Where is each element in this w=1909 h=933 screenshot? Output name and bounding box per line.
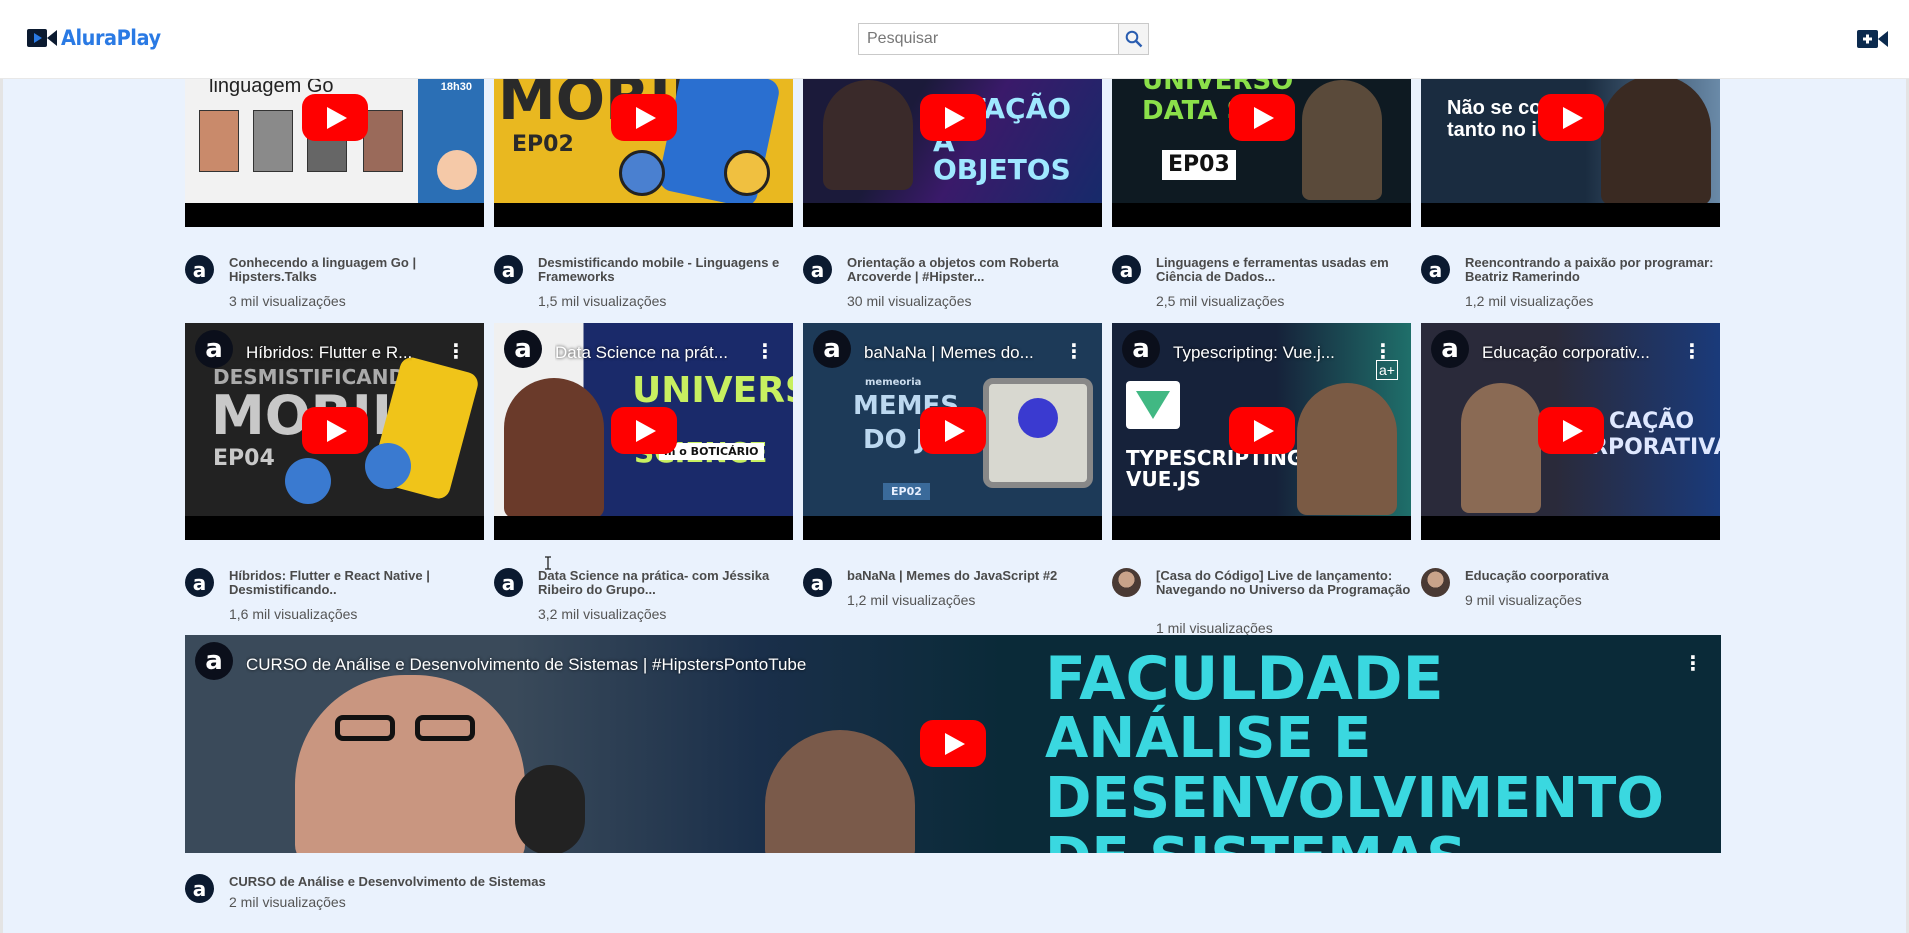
video-title[interactable]: Educação coorporativa [1465, 569, 1720, 583]
channel-avatar[interactable] [1112, 568, 1141, 597]
more-options-icon[interactable]: ⋮ [1682, 342, 1702, 362]
search-input[interactable] [858, 23, 1118, 55]
logo-text: AluraPlay [61, 26, 161, 50]
wide-line1: FACULDADE [1045, 644, 1444, 714]
view-count: 1 mil visualizações [1156, 620, 1273, 636]
video-title[interactable]: CURSO de Análise e Desenvolvimento de Si… [229, 875, 1029, 889]
more-options-icon[interactable]: ⋮ [446, 342, 466, 362]
video-grid: linguagem Go 18h30 a Conhecendo a lingua… [0, 0, 1909, 933]
play-button[interactable] [1537, 94, 1604, 141]
play-button[interactable] [919, 94, 986, 141]
thumb-subcaption: VUE.JS [1126, 467, 1201, 491]
thumb-subcaption: EP04 [213, 446, 275, 471]
thumb-subcaption: tanto no i [1447, 119, 1537, 141]
thumb-subcaption: EP02 [512, 132, 574, 157]
channel-avatar[interactable] [1421, 568, 1450, 597]
view-count: 2 mil visualizações [229, 894, 346, 910]
more-options-icon[interactable]: ⋮ [1373, 342, 1393, 362]
play-button[interactable] [301, 94, 368, 141]
video-camera-logo-icon [27, 29, 57, 47]
channel-logo-icon[interactable]: a [1122, 330, 1160, 368]
overlay-title[interactable]: Educação corporativ... [1482, 343, 1650, 363]
thumb-caption: Não se co [1447, 97, 1542, 119]
channel-avatar[interactable]: a [803, 568, 832, 597]
view-count: 1,2 mil visualizações [1465, 293, 1594, 309]
more-options-icon[interactable]: ⋮ [755, 342, 775, 362]
view-count: 30 mil visualizações [847, 293, 972, 309]
view-count: 3,2 mil visualizações [538, 606, 667, 622]
overlay-title[interactable]: Typescripting: Vue.j... [1173, 343, 1335, 363]
play-button[interactable] [920, 720, 986, 767]
overlay-title[interactable]: CURSO de Análise e Desenvolvimento de Si… [246, 655, 806, 675]
wide-line4: DE SISTEMAS [1045, 831, 1467, 854]
channel-avatar[interactable]: a [185, 568, 214, 597]
play-button[interactable] [1537, 407, 1604, 454]
add-video-icon [1857, 30, 1888, 48]
view-count: 2,5 mil visualizações [1156, 293, 1285, 309]
video-title[interactable]: Orientação a objetos com Roberta Arcover… [847, 256, 1102, 284]
play-button[interactable] [1228, 94, 1295, 141]
aluraplay-logo[interactable]: AluraPlay [27, 26, 169, 50]
play-button[interactable] [610, 407, 677, 454]
time-badge: 18h30 [436, 80, 476, 95]
channel-logo-icon[interactable]: a [195, 330, 233, 368]
add-video-button[interactable] [1857, 28, 1888, 55]
channel-avatar[interactable]: a [185, 255, 214, 284]
channel-logo-icon[interactable]: a [504, 330, 542, 368]
view-count: 1,2 mil visualizações [847, 592, 976, 608]
channel-logo-icon[interactable]: a [195, 642, 233, 680]
video-title[interactable]: Data Science na prática- com Jéssika Rib… [538, 569, 793, 597]
featured-video-thumbnail[interactable]: FACULDADE ANÁLISE E DESENVOLVIMENTO DE S… [185, 635, 1721, 853]
view-count: 3 mil visualizações [229, 293, 346, 309]
play-button[interactable] [919, 407, 986, 454]
more-options-icon[interactable]: ⋮ [1683, 654, 1703, 674]
thumb-subcaption: RPORATIVA [1591, 435, 1720, 460]
search-icon [1125, 30, 1142, 48]
video-thumbnail[interactable]: TYPESCRIPTING: VUE.JS a+ a Typescripting… [1112, 323, 1411, 540]
play-button[interactable] [1228, 407, 1295, 454]
video-thumbnail[interactable]: UNIVERSO A SCIENCE m o BOTICÁRIO a Data … [494, 323, 793, 540]
video-title[interactable]: [Casa do Código] Live de lançamento: Nav… [1156, 569, 1411, 597]
overlay-title[interactable]: baNaNa | Memes do... [864, 343, 1034, 363]
channel-avatar[interactable]: a [185, 874, 214, 903]
channel-avatar[interactable]: a [494, 255, 523, 284]
more-options-icon[interactable]: ⋮ [1064, 342, 1084, 362]
search-bar [858, 23, 1149, 55]
thumb-caption: CAÇÃO [1609, 409, 1695, 434]
video-title[interactable]: Linguagens e ferramentas usadas em Ciênc… [1156, 256, 1411, 284]
channel-logo-icon[interactable]: a [1431, 330, 1469, 368]
video-title[interactable]: baNaNa | Memes do JavaScript #2 [847, 569, 1102, 583]
thumb-caption: UNIVERSO [632, 370, 793, 411]
video-title[interactable]: Reencontrando a paixão por programar: Be… [1465, 256, 1720, 284]
channel-logo-icon[interactable]: a [813, 330, 851, 368]
view-count: 1,5 mil visualizações [538, 293, 667, 309]
channel-avatar[interactable]: a [1421, 255, 1450, 284]
play-button[interactable] [301, 407, 368, 454]
video-title[interactable]: Desmistificando mobile - Linguagens e Fr… [538, 256, 793, 284]
video-title[interactable]: Híbridos: Flutter e React Native | Desmi… [229, 569, 484, 597]
play-button[interactable] [610, 94, 677, 141]
view-count: 1,6 mil visualizações [229, 606, 358, 622]
overlay-title[interactable]: Data Science na prát... [555, 343, 728, 363]
thumb-episode: EP03 [1162, 150, 1236, 180]
video-thumbnail[interactable]: DESMISTIFICANDO MOBILE EP04 a Híbridos: … [185, 323, 484, 540]
video-title[interactable]: Conhecendo a linguagem Go | Hipsters.Tal… [229, 256, 484, 284]
video-thumbnail[interactable]: CAÇÃO RPORATIVA a Educação corporativ...… [1421, 323, 1720, 540]
wide-line2: ANÁLISE E [1045, 706, 1372, 771]
view-count: 9 mil visualizações [1465, 592, 1582, 608]
channel-avatar[interactable]: a [803, 255, 832, 284]
channel-avatar[interactable]: a [494, 568, 523, 597]
channel-avatar[interactable]: a [1112, 255, 1141, 284]
brand-badge: a+ [1376, 360, 1398, 380]
top-header: AluraPlay [0, 0, 1909, 79]
overlay-title[interactable]: Híbridos: Flutter e R... [246, 343, 412, 363]
video-thumbnail[interactable]: memeoria MEMES DO JS EP02 a baNaNa | Mem… [803, 323, 1102, 540]
thumb-caption: linguagem Go [209, 75, 334, 97]
wide-line3: DESENVOLVIMENTO [1045, 766, 1664, 831]
search-button[interactable] [1118, 23, 1149, 55]
text-cursor-icon [545, 556, 551, 570]
thumb-episode: EP02 [883, 483, 930, 500]
thumb-topcaption: memeoria [865, 377, 922, 388]
